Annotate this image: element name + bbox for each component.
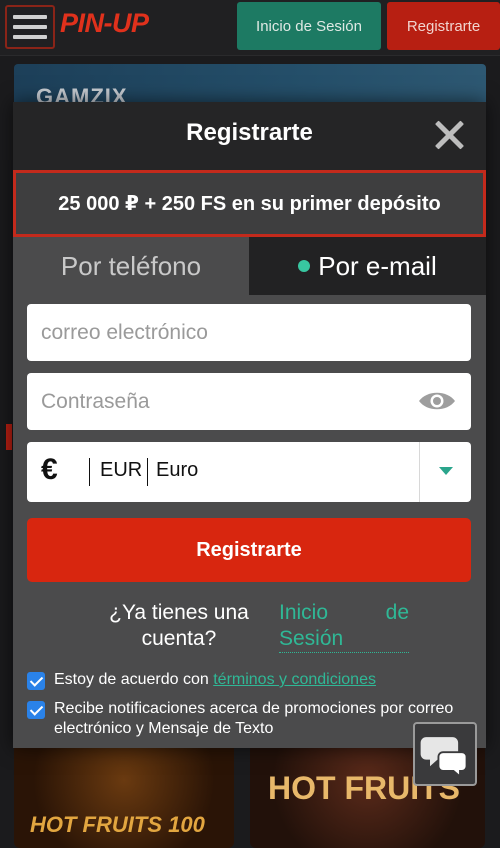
tab-label: Por e-mail	[318, 250, 437, 281]
active-dot-icon	[298, 260, 311, 272]
password-input[interactable]	[27, 373, 471, 430]
submit-register-button[interactable]: Registrarte	[27, 518, 471, 582]
chat-button[interactable]	[413, 722, 477, 786]
chat-icon	[420, 737, 468, 779]
terms-checkbox-row: Estoy de acuerdo con términos y condicio…	[27, 670, 477, 692]
eye-icon[interactable]	[417, 389, 457, 413]
bonus-banner: 25 000 ₽ + 250 FS en su primer depósito	[13, 170, 486, 237]
brand-logo[interactable]: PIN-UP	[60, 8, 149, 39]
tab-email[interactable]: Por e-mail	[249, 237, 486, 295]
terms-prefix: Estoy de acuerdo con	[54, 671, 214, 688]
newsletter-checkbox[interactable]	[27, 701, 45, 719]
login-link[interactable]: Inicio de Sesión	[279, 600, 409, 653]
currency-separator	[89, 458, 90, 486]
close-icon[interactable]	[433, 119, 465, 151]
terms-link[interactable]: términos y condiciones	[213, 671, 376, 688]
tab-label: Por teléfono	[60, 250, 202, 281]
password-field[interactable]	[27, 373, 471, 430]
currency-code: EUR	[100, 459, 143, 481]
chevron-down-icon[interactable]	[439, 467, 453, 475]
side-marker	[6, 424, 12, 450]
have-account-text: ¿Ya tienes una cuenta?	[109, 601, 249, 650]
terms-label: Estoy de acuerdo con términos y condicio…	[54, 670, 477, 690]
modal-header: Registrarte	[13, 102, 486, 170]
game-tile-title: HOT FRUITS 100	[30, 812, 205, 837]
modal-title: Registrarte	[186, 119, 313, 146]
tab-phone[interactable]: Por teléfono	[13, 237, 249, 295]
email-field[interactable]	[27, 304, 471, 361]
register-modal: Registrarte 25 000 ₽ + 250 FS en su prim…	[13, 102, 486, 748]
select-divider	[419, 442, 420, 502]
hamburger-menu-icon[interactable]	[5, 5, 55, 49]
top-bar: PIN-UP Inicio de Sesión Registrarte	[0, 0, 500, 56]
page-left-strip	[0, 160, 14, 780]
currency-select[interactable]: € EUR Euro	[27, 442, 471, 502]
register-button[interactable]: Registrarte	[387, 2, 500, 50]
login-button[interactable]: Inicio de Sesión	[237, 2, 381, 50]
euro-icon: €	[41, 453, 58, 486]
terms-checkbox[interactable]	[27, 672, 45, 690]
currency-name: Euro	[156, 459, 199, 481]
currency-separator	[147, 458, 148, 486]
email-input[interactable]	[27, 304, 471, 361]
registration-tabs: Por teléfono Por e-mail	[13, 237, 486, 295]
newsletter-checkbox-row: Recibe notificaciones acerca de promocio…	[27, 699, 477, 743]
